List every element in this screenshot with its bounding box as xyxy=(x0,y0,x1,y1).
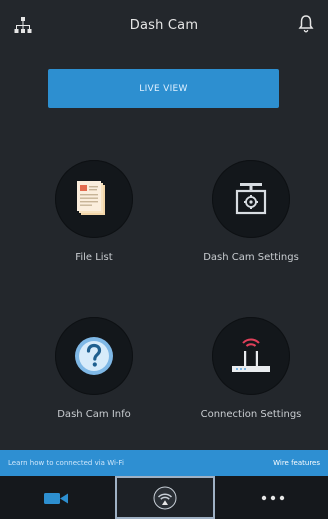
dashcam-info-circle xyxy=(55,317,133,395)
dashcam-settings-label: Dash Cam Settings xyxy=(203,252,299,263)
connection-settings-tile[interactable]: Connection Settings xyxy=(186,317,316,437)
router-icon xyxy=(232,338,270,372)
connection-settings-label: Connection Settings xyxy=(200,409,302,420)
file-list-label: File List xyxy=(75,252,113,263)
file-list-icon xyxy=(77,181,105,215)
file-list-tile[interactable]: File List xyxy=(29,160,159,280)
video-camera-icon xyxy=(44,492,68,504)
file-list-circle xyxy=(55,160,133,238)
banner-message: Learn how to connected via Wi-Fi xyxy=(8,459,124,467)
bottom-tab-bar xyxy=(0,476,328,519)
dashcam-settings-icon xyxy=(235,183,267,215)
wifi-icon xyxy=(153,486,177,509)
more-icon xyxy=(261,495,285,500)
wifi-tab[interactable] xyxy=(115,476,215,519)
page-title: Dash Cam xyxy=(129,17,199,33)
wifi-info-banner[interactable]: Learn how to connected via Wi-Fi Wire fe… xyxy=(0,450,328,476)
top-bar: Dash Cam xyxy=(0,0,328,50)
app-frame: Dash Cam LIVE VIEW File List Dash Cam Se… xyxy=(0,0,328,519)
dashcam-info-tile[interactable]: Dash Cam Info xyxy=(29,317,159,437)
banner-link[interactable]: Wire features xyxy=(273,459,320,467)
bell-icon[interactable] xyxy=(298,15,314,33)
connection-settings-circle xyxy=(212,317,290,395)
live-view-button[interactable]: LIVE VIEW xyxy=(48,69,279,108)
more-tab[interactable] xyxy=(218,476,328,519)
dashcam-info-label: Dash Cam Info xyxy=(57,409,131,420)
dashcam-settings-circle xyxy=(212,160,290,238)
question-icon xyxy=(75,337,113,375)
video-tab[interactable] xyxy=(0,476,112,519)
network-icon[interactable] xyxy=(14,16,32,34)
dashcam-settings-tile[interactable]: Dash Cam Settings xyxy=(186,160,316,280)
